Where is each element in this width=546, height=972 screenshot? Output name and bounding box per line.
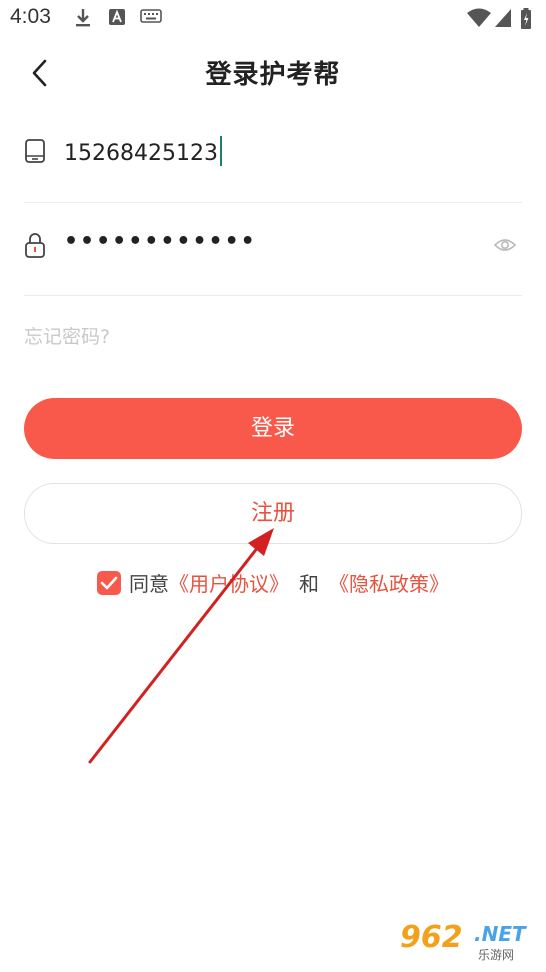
status-time: 4:03 (10, 5, 51, 28)
privacy-policy-link[interactable]: 《隐私政策》 (329, 572, 449, 596)
lock-icon (24, 231, 48, 259)
watermark-net: .NET (474, 922, 526, 946)
tablet-icon (24, 138, 48, 166)
phone-value: 15268425123 (64, 141, 218, 166)
font-app-icon (108, 8, 126, 30)
phone-field[interactable]: 15268425123 (24, 120, 522, 186)
watermark-main: 962 (400, 920, 463, 955)
agreement-and: 和 (299, 572, 319, 596)
keyboard-icon (140, 8, 162, 28)
page-title: 登录护考帮 (205, 60, 341, 90)
status-bar: 4:03 (0, 0, 546, 36)
eye-icon[interactable] (493, 235, 517, 255)
register-button[interactable]: 注册 (24, 483, 522, 544)
agreement-row: 同意《用户协议》和《隐私政策》 (0, 568, 546, 597)
signal-icon (494, 8, 512, 32)
password-input[interactable]: •••••••••••• (64, 229, 257, 254)
agreement-checkbox[interactable] (97, 571, 121, 595)
agreement-prefix: 同意 (129, 572, 169, 596)
divider (24, 202, 522, 203)
login-button[interactable]: 登录 (24, 398, 522, 459)
forgot-password-link[interactable]: 忘记密码? (24, 322, 110, 349)
checkmark-icon (100, 576, 118, 590)
divider (24, 295, 522, 296)
user-agreement-link[interactable]: 《用户协议》 (169, 572, 289, 596)
battery-icon (520, 8, 532, 34)
wifi-icon (466, 8, 492, 32)
password-field[interactable]: •••••••••••• (24, 213, 522, 279)
watermark-sub: 乐游网 (478, 948, 515, 962)
download-icon (74, 8, 92, 32)
watermark-logo: 962 .NET 乐游网 (400, 920, 540, 966)
text-cursor (219, 136, 222, 166)
phone-input[interactable]: 15268425123 (64, 136, 222, 166)
